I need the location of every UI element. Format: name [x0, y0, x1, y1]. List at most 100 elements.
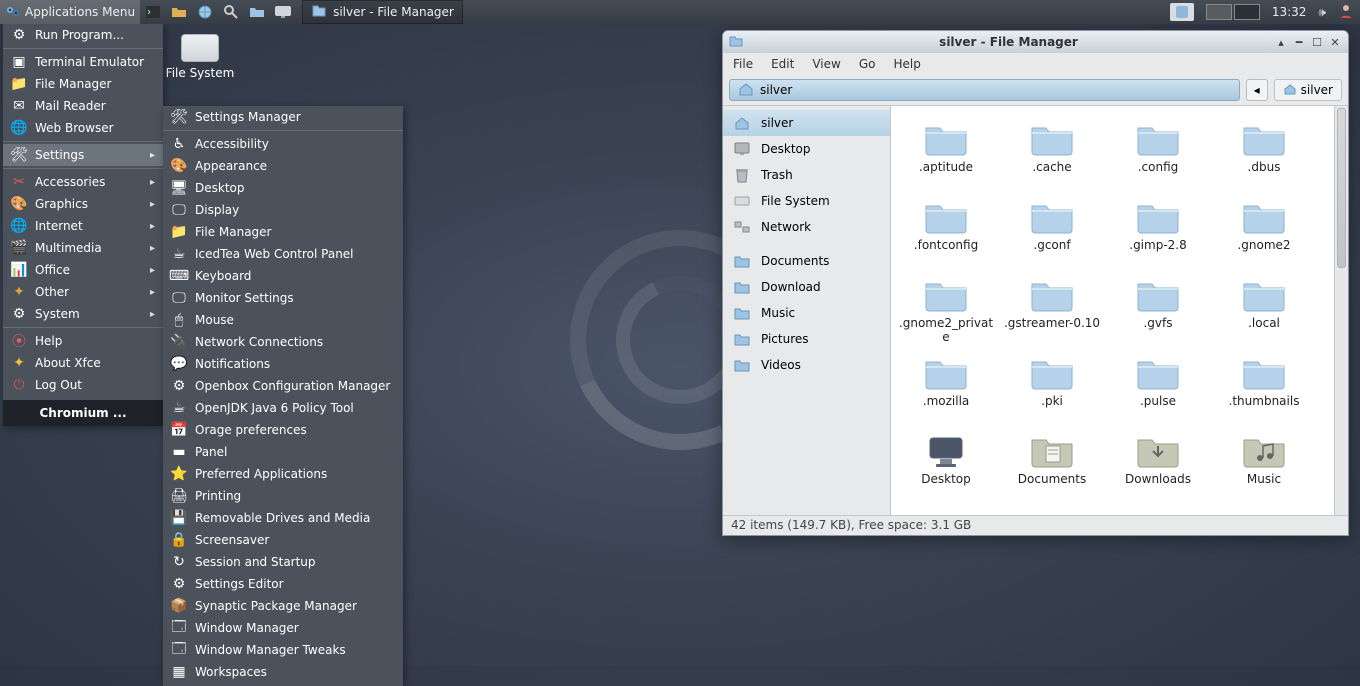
submenu-item[interactable]: 🎨Appearance — [163, 155, 403, 177]
scrollbar-thumb[interactable] — [1337, 108, 1346, 268]
submenu-item[interactable]: ♿Accessibility — [163, 133, 403, 155]
sidebar-item-trash[interactable]: Trash — [723, 162, 890, 188]
menubar-help[interactable]: Help — [893, 57, 920, 71]
submenu-item[interactable]: ☕OpenJDK Java 6 Policy Tool — [163, 397, 403, 419]
panel-terminal-launcher[interactable] — [140, 0, 166, 24]
submenu-item[interactable]: 💬Notifications — [163, 353, 403, 375]
window-minimize-button[interactable]: ━ — [1292, 35, 1306, 49]
panel-web-launcher[interactable] — [192, 0, 218, 24]
submenu-item[interactable]: 🖵Monitor Settings — [163, 287, 403, 309]
menu-system[interactable]: ⚙System▸ — [3, 303, 163, 325]
panel-filemanager-launcher[interactable] — [166, 0, 192, 24]
tray-user[interactable] — [1332, 0, 1360, 24]
submenu-item[interactable]: 📦Synaptic Package Manager — [163, 595, 403, 617]
panel-search-launcher[interactable] — [218, 0, 244, 24]
window-titlebar[interactable]: silver - File Manager ▴ ━ ☐ ✕ — [723, 31, 1348, 53]
sidebar-item-documents[interactable]: Documents — [723, 248, 890, 274]
tray-volume[interactable]: 🕪 — [1312, 0, 1332, 24]
taskbar-item-file-manager[interactable]: silver - File Manager — [302, 0, 463, 24]
panel-show-desktop[interactable] — [270, 0, 296, 24]
file-item[interactable]: .gconf — [999, 194, 1105, 272]
menu-terminal[interactable]: ▣Terminal Emulator — [3, 51, 163, 73]
file-item[interactable]: .dbus — [1211, 116, 1317, 194]
submenu-item[interactable]: ⌨Keyboard — [163, 265, 403, 287]
file-item[interactable]: Documents — [999, 428, 1105, 506]
submenu-item[interactable]: 📁File Manager — [163, 221, 403, 243]
submenu-item[interactable]: ⚙Settings Editor — [163, 573, 403, 595]
menubar-edit[interactable]: Edit — [771, 57, 794, 71]
tray-item-workspace[interactable] — [1200, 0, 1266, 24]
menubar-go[interactable]: Go — [859, 57, 876, 71]
submenu-header[interactable]: 🛠Settings Manager — [163, 106, 403, 128]
submenu-item[interactable]: 🖵Display — [163, 199, 403, 221]
menu-internet[interactable]: 🌐Internet▸ — [3, 215, 163, 237]
file-item[interactable]: .gimp-2.8 — [1105, 194, 1211, 272]
menubar-file[interactable]: File — [733, 57, 753, 71]
menubar-view[interactable]: View — [812, 57, 840, 71]
menu-graphics[interactable]: 🎨Graphics▸ — [3, 193, 163, 215]
sidebar-item-desktop[interactable]: Desktop — [723, 136, 890, 162]
file-item[interactable]: Desktop — [893, 428, 999, 506]
submenu-item[interactable]: 🖨Printing — [163, 485, 403, 507]
sidebar-item-download[interactable]: Download — [723, 274, 890, 300]
menu-accessories[interactable]: ✂Accessories▸ — [3, 171, 163, 193]
menu-filemanager[interactable]: 📁File Manager — [3, 73, 163, 95]
applications-menu-button[interactable]: Applications Menu — [0, 0, 140, 24]
file-item[interactable]: .pulse — [1105, 350, 1211, 428]
sidebar-item-music[interactable]: Music — [723, 300, 890, 326]
menu-mail[interactable]: ✉Mail Reader — [3, 95, 163, 117]
submenu-item[interactable]: 🗔Window Manager Tweaks — [163, 639, 403, 661]
file-item[interactable]: Downloads — [1105, 428, 1211, 506]
submenu-item[interactable]: 🔒Screensaver — [163, 529, 403, 551]
menu-settings[interactable]: 🛠Settings▸ — [3, 144, 163, 166]
file-item[interactable]: .fontconfig — [893, 194, 999, 272]
submenu-item[interactable]: ↻Session and Startup — [163, 551, 403, 573]
submenu-item[interactable]: 🔌Network Connections — [163, 331, 403, 353]
sidebar-item-network[interactable]: Network — [723, 214, 890, 240]
scrollbar[interactable] — [1334, 106, 1348, 515]
menu-about[interactable]: ✦About Xfce — [3, 352, 163, 374]
menu-web[interactable]: 🌐Web Browser — [3, 117, 163, 139]
file-item[interactable]: .pki — [999, 350, 1105, 428]
file-item[interactable]: .thumbnails — [1211, 350, 1317, 428]
menu-multimedia[interactable]: 🎬Multimedia▸ — [3, 237, 163, 259]
nav-back-button[interactable]: ◂ — [1246, 79, 1268, 101]
menu-help[interactable]: ⦿Help — [3, 330, 163, 352]
submenu-item[interactable]: ⚙Openbox Configuration Manager — [163, 375, 403, 397]
sidebar-item-pictures[interactable]: Pictures — [723, 326, 890, 352]
panel-clock[interactable]: 13:32 — [1266, 0, 1313, 24]
submenu-item[interactable]: ☕IcedTea Web Control Panel — [163, 243, 403, 265]
file-item[interactable]: .config — [1105, 116, 1211, 194]
file-item[interactable]: .gstreamer-0.10 — [999, 272, 1105, 350]
submenu-item[interactable]: 🖱Mouse — [163, 309, 403, 331]
file-item[interactable]: .gvfs — [1105, 272, 1211, 350]
file-item[interactable]: .gnome2_private — [893, 272, 999, 350]
file-item[interactable]: Music — [1211, 428, 1317, 506]
submenu-item[interactable]: ▬Panel — [163, 441, 403, 463]
location-bar-button[interactable]: silver — [729, 79, 1240, 101]
file-item[interactable]: .cache — [999, 116, 1105, 194]
submenu-item[interactable]: 📅Orage preferences — [163, 419, 403, 441]
submenu-item[interactable]: 🖥Desktop — [163, 177, 403, 199]
sidebar-item-filesystem[interactable]: File System — [723, 188, 890, 214]
menu-logout[interactable]: ⏻Log Out — [3, 374, 163, 396]
sidebar-item-home[interactable]: silver — [723, 110, 890, 136]
file-item[interactable]: .local — [1211, 272, 1317, 350]
submenu-item[interactable]: ▦Workspaces — [163, 661, 403, 683]
file-item[interactable]: .aptitude — [893, 116, 999, 194]
menu-office[interactable]: 📊Office▸ — [3, 259, 163, 281]
file-item[interactable]: .gnome2 — [1211, 194, 1317, 272]
breadcrumb-item[interactable]: silver — [1274, 79, 1342, 101]
menu-other[interactable]: ✦Other▸ — [3, 281, 163, 303]
window-roll-up-button[interactable]: ▴ — [1274, 35, 1288, 49]
submenu-item[interactable]: 💾Removable Drives and Media — [163, 507, 403, 529]
tray-item[interactable] — [1164, 0, 1200, 24]
window-close-button[interactable]: ✕ — [1328, 35, 1342, 49]
menu-run-program[interactable]: ⚙Run Program... — [3, 24, 163, 46]
file-pane[interactable]: .aptitude.cache.config.dbus.fontconfig.g… — [891, 106, 1334, 515]
window-maximize-button[interactable]: ☐ — [1310, 35, 1324, 49]
panel-folder2-launcher[interactable] — [244, 0, 270, 24]
submenu-item[interactable]: ⭐Preferred Applications — [163, 463, 403, 485]
sidebar-item-videos[interactable]: Videos — [723, 352, 890, 378]
file-item[interactable]: .mozilla — [893, 350, 999, 428]
